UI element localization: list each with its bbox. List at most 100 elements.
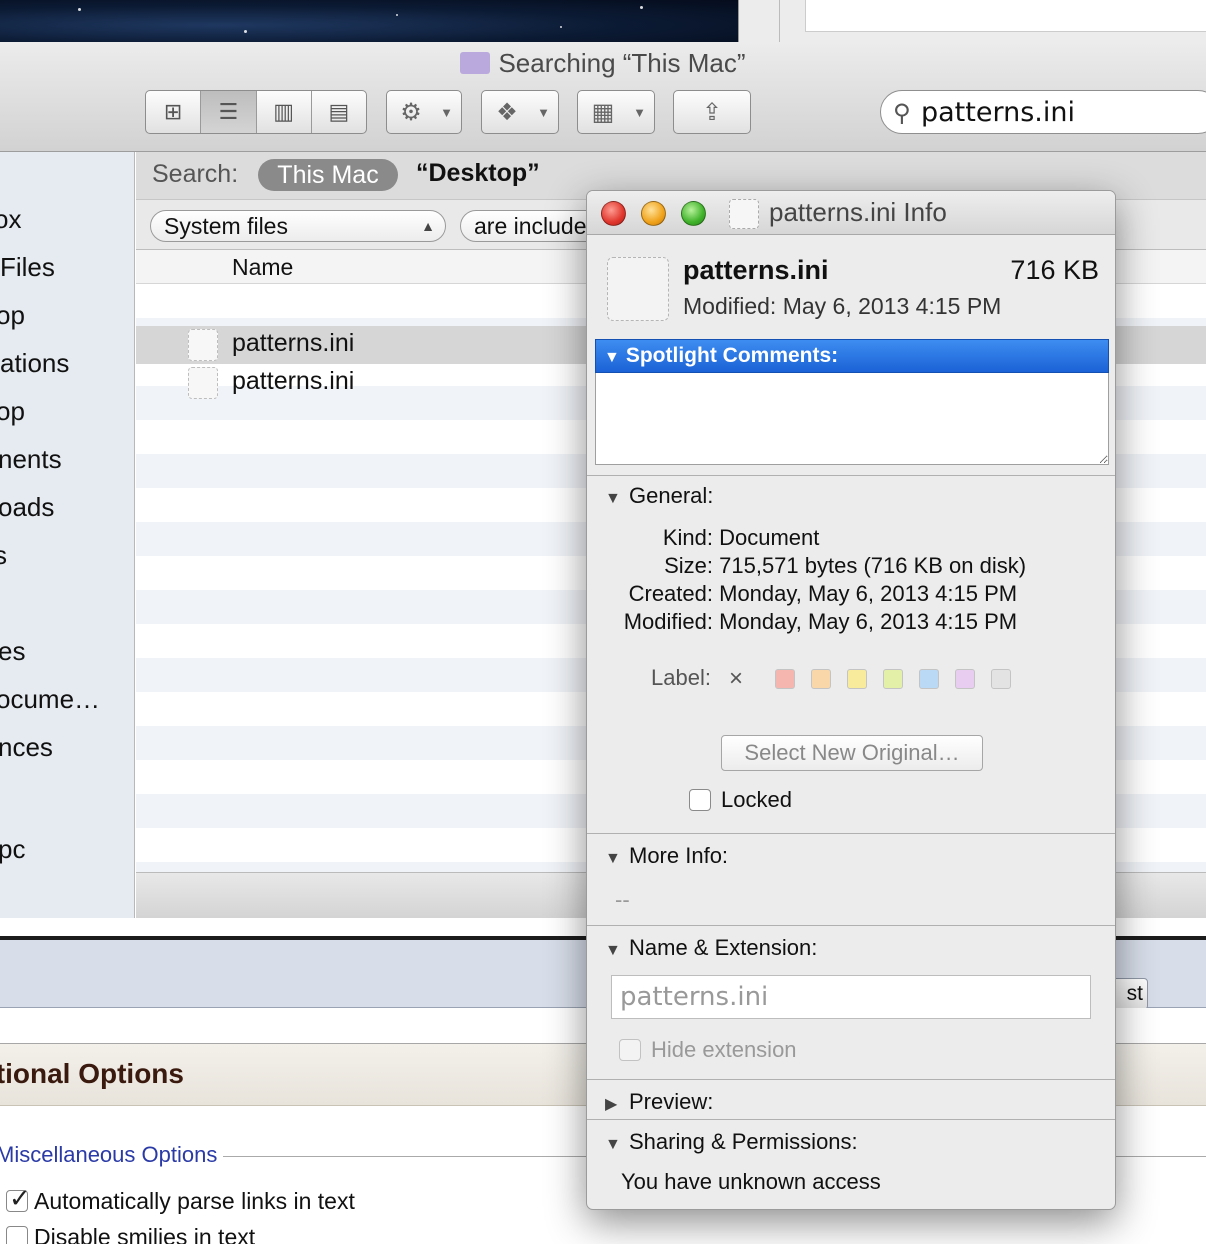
sidebar-item[interactable]: oads	[0, 492, 54, 523]
chevron-down-icon: ▼	[440, 105, 453, 120]
scope-desktop-button[interactable]: “Desktop”	[416, 159, 540, 188]
general-header[interactable]: ▼ General:	[605, 483, 713, 509]
view-mode-control[interactable]: ⊞ ☰ ▥ ▤	[145, 90, 367, 134]
close-button[interactable]	[601, 201, 626, 226]
folder-icon	[460, 52, 491, 74]
option-disable-smilies[interactable]: Disable smilies in text	[6, 1224, 255, 1244]
document-icon	[729, 199, 759, 229]
updown-arrows-icon: ▲	[421, 218, 435, 234]
disclosure-open-icon: ▼	[604, 349, 620, 366]
locked-option[interactable]: Locked	[689, 787, 792, 813]
sidebar-item[interactable]: pc	[0, 834, 25, 865]
hide-extension-option[interactable]: Hide extension	[619, 1037, 797, 1063]
column-view-icon[interactable]: ▥	[257, 91, 312, 133]
sidebar-item[interactable]: nces	[0, 732, 53, 763]
star	[560, 26, 562, 28]
search-field[interactable]: ⚲	[880, 90, 1206, 134]
file-name: patterns.ini	[683, 255, 829, 285]
fieldset-legend: Miscellaneous Options	[0, 1142, 224, 1168]
sidebar-item[interactable]: op	[0, 396, 25, 427]
access-text: You have unknown access	[621, 1169, 881, 1194]
background-window	[738, 0, 1206, 42]
sidebar-item[interactable]: ox	[0, 204, 21, 235]
label-gray-swatch[interactable]	[991, 669, 1011, 689]
created-row: Created: Monday, May 6, 2013 4:15 PM	[628, 581, 1018, 606]
share-button[interactable]: ⇪	[673, 90, 751, 134]
dropbox-button[interactable]: ❖ ▼	[481, 90, 559, 134]
checkbox-checked[interactable]	[6, 1183, 31, 1214]
label-none-button[interactable]: ×	[729, 665, 743, 693]
window-title: Searching “This Mac”	[0, 48, 1206, 79]
search-input[interactable]	[921, 95, 1201, 129]
label-purple-swatch[interactable]	[955, 669, 975, 689]
spotlight-comments-header[interactable]: ▼ Spotlight Comments:	[595, 339, 1109, 373]
locked-checkbox[interactable]	[689, 789, 711, 811]
name-extension-header[interactable]: ▼ Name & Extension:	[605, 935, 817, 961]
list-view-icon[interactable]: ☰	[201, 91, 257, 133]
label-orange-swatch[interactable]	[811, 669, 831, 689]
disclosure-open-icon: ▼	[605, 942, 621, 959]
sharing-header[interactable]: ▼ Sharing & Permissions:	[605, 1129, 858, 1155]
document-icon	[607, 257, 669, 321]
sidebar-item[interactable]: es	[0, 636, 25, 667]
zoom-button[interactable]	[681, 201, 706, 226]
sidebar-item[interactable]: Files	[0, 252, 55, 283]
star	[244, 30, 247, 33]
arrange-grid-icon: ▦	[591, 98, 615, 126]
share-icon: ⇪	[701, 98, 723, 126]
checkbox[interactable]	[6, 1226, 28, 1244]
label-green-swatch[interactable]	[883, 669, 903, 689]
scope-label: Search:	[152, 160, 239, 188]
label-red-swatch[interactable]	[775, 669, 795, 689]
modified-row: Modified: Monday, May 6, 2013 4:15 PM	[623, 609, 1018, 634]
sidebar-item[interactable]: ocume…	[0, 684, 100, 715]
criteria-kind-select[interactable]: System files ▲	[150, 210, 446, 242]
sidebar-item[interactable]: nents	[0, 444, 62, 475]
disclosure-open-icon: ▼	[605, 850, 621, 867]
desktop-background	[0, 0, 738, 42]
info-window-title: patterns.ini Info	[769, 197, 947, 227]
file-modified: Modified: May 6, 2013 4:15 PM	[683, 293, 1002, 319]
sidebar-item[interactable]: op	[0, 300, 25, 331]
section-title: itional Options	[0, 1058, 184, 1089]
label-key: Label:	[651, 665, 711, 690]
preview-header[interactable]: ▶ Preview:	[605, 1089, 713, 1115]
scope-this-mac-button[interactable]: This Mac	[258, 159, 398, 191]
chevron-down-icon: ▼	[537, 105, 550, 120]
sidebar-item[interactable]: ations	[0, 348, 69, 379]
hide-extension-checkbox[interactable]	[619, 1039, 641, 1061]
kind-row: Kind: Document	[662, 525, 820, 550]
sidebar-item[interactable]: s	[0, 540, 7, 571]
info-titlebar: patterns.ini Info	[587, 191, 1115, 235]
select-new-original-button[interactable]: Select New Original…	[721, 735, 983, 771]
star	[78, 8, 81, 11]
disclosure-closed-icon: ▶	[605, 1096, 618, 1113]
info-window: patterns.ini Info patterns.ini 716 KB Mo…	[586, 190, 1116, 1210]
gear-icon: ⚙	[400, 98, 422, 126]
disclosure-open-icon: ▼	[605, 490, 621, 507]
disclosure-open-icon: ▼	[605, 1136, 621, 1153]
option-parse-links[interactable]: Automatically parse links in text	[6, 1183, 355, 1215]
sidebar: ox Files op ations op nents oads s es oc…	[0, 152, 135, 918]
more-info-header[interactable]: ▼ More Info:	[605, 843, 728, 869]
label-yellow-swatch[interactable]	[847, 669, 867, 689]
label-blue-swatch[interactable]	[919, 669, 939, 689]
chevron-down-icon: ▼	[633, 105, 646, 120]
minimize-button[interactable]	[641, 201, 666, 226]
search-icon: ⚲	[893, 100, 911, 127]
action-button[interactable]: ⚙ ▼	[386, 90, 462, 134]
spotlight-comments-textarea[interactable]	[595, 373, 1109, 465]
file-size: 716 KB	[1010, 255, 1099, 285]
coverflow-view-icon[interactable]: ▤	[312, 91, 366, 133]
document-icon	[188, 367, 218, 399]
star	[640, 6, 643, 9]
size-row: Size: 715,571 bytes (716 KB on disk)	[664, 553, 1027, 578]
document-icon	[188, 329, 218, 361]
icon-view-icon[interactable]: ⊞	[146, 91, 202, 133]
more-info-value: --	[615, 887, 630, 912]
arrange-button[interactable]: ▦ ▼	[577, 90, 655, 134]
star	[396, 14, 398, 16]
dropbox-icon: ❖	[496, 98, 518, 126]
name-extension-field[interactable]	[611, 975, 1091, 1019]
finder-toolbar: Searching “This Mac” ⊞ ☰ ▥ ▤ ⚙ ▼ ❖ ▼ ▦ ▼ ⇪ …	[0, 42, 1206, 152]
